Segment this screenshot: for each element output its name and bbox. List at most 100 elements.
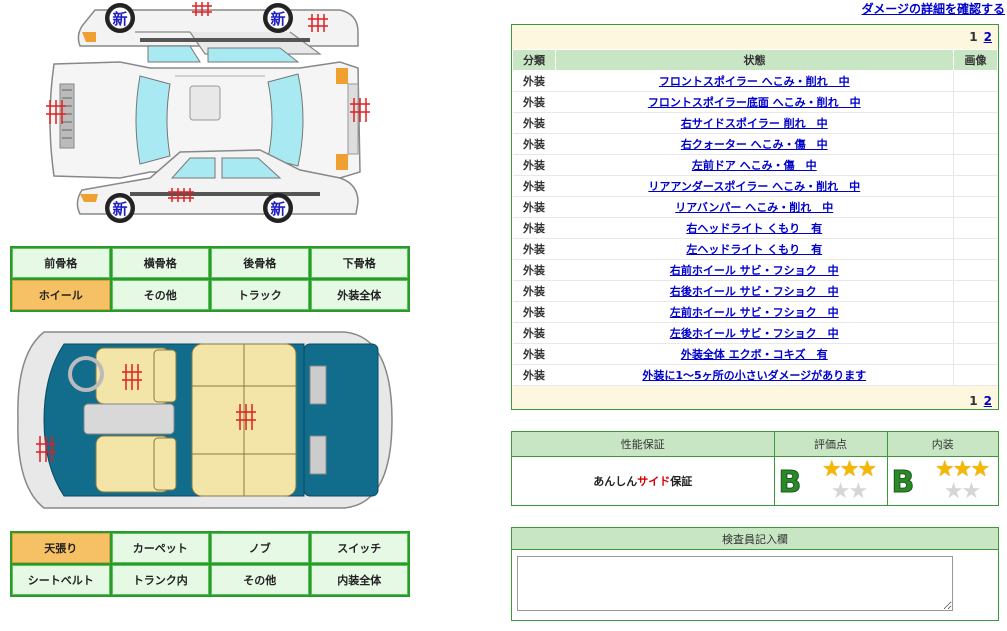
category-seatbelt[interactable]: シートベルト xyxy=(12,565,110,595)
damage-condition-link[interactable]: リアアンダースポイラー へこみ・削れ 中 xyxy=(648,180,860,193)
interior-grade-cell: B ★ ★ ★ ★ ★ xyxy=(887,456,998,505)
inspector-box: 検査員記入欄 xyxy=(511,527,999,621)
damage-row: 外装 フロントスポイラー へこみ・削れ 中 xyxy=(512,70,998,92)
wheel-badge: 新 xyxy=(105,3,135,33)
damage-row: 外装 フロントスポイラー底面 へこみ・削れ 中 xyxy=(512,91,998,113)
category-under-frame[interactable]: 下骨格 xyxy=(310,248,408,278)
damage-row: 外装 右後ホイール サビ・フショク 中 xyxy=(512,280,998,302)
warranty-box: 性能保証 評価点 内装 あんしんサイド保証 B ★ ★ ★ ★ ★ B ★ ★ ★ ★ ★ xyxy=(511,431,999,506)
wheel-badge: 新 xyxy=(105,193,135,223)
damage-condition-link[interactable]: 左前ドア へこみ・傷 中 xyxy=(692,159,817,172)
category-rear-frame[interactable]: 後骨格 xyxy=(211,248,309,278)
category-headliner[interactable]: 天張り xyxy=(12,533,110,563)
pager-next-page-link[interactable]: 2 xyxy=(984,394,992,408)
damage-condition-cell: 右ヘッドライト くもり 有 xyxy=(555,217,954,239)
pager-bottom: 1 2 xyxy=(512,386,998,416)
damage-image-cell xyxy=(953,154,998,176)
damage-condition-cell: リアバンパー へこみ・削れ 中 xyxy=(555,196,954,218)
pager-next-page-link[interactable]: 2 xyxy=(984,30,992,44)
interior-stars: ★ ★ ★ ★ ★ xyxy=(924,456,1000,503)
damage-condition-link[interactable]: 左前ホイール サビ・フショク 中 xyxy=(670,306,839,319)
damage-condition-cell: 左後ホイール サビ・フショク 中 xyxy=(555,322,954,344)
category-trunk-interior[interactable]: トランク内 xyxy=(111,565,209,595)
damage-condition-link[interactable]: フロントスポイラー底面 へこみ・削れ 中 xyxy=(648,96,861,109)
damage-category: 外装 xyxy=(512,112,556,134)
damage-condition-link[interactable]: 外装に1〜5ヶ所の小さいダメージがあります xyxy=(642,369,866,382)
damage-condition-cell: 外装に1〜5ヶ所の小さいダメージがあります xyxy=(555,364,954,386)
warranty-name-cell: あんしんサイド保証 xyxy=(512,456,775,505)
damage-row: 外装 右ヘッドライト くもり 有 xyxy=(512,217,998,239)
damage-condition-link[interactable]: 右ヘッドライト くもり 有 xyxy=(686,222,822,235)
damage-image-cell xyxy=(953,70,998,92)
warranty-name-suffix: 保証 xyxy=(670,474,693,488)
damage-row: 外装 外装全体 エクボ・コキズ 有 xyxy=(512,343,998,365)
inspector-notes-input[interactable] xyxy=(517,556,953,611)
damage-image-cell xyxy=(953,112,998,134)
damage-image-cell xyxy=(953,280,998,302)
score-stars: ★ ★ ★ ★ ★ xyxy=(811,456,887,503)
damage-row: 外装 外装に1〜5ヶ所の小さいダメージがあります xyxy=(512,364,998,386)
damage-image-cell xyxy=(953,343,998,365)
category-truck[interactable]: トラック xyxy=(211,280,309,310)
damage-condition-cell: フロントスポイラー へこみ・削れ 中 xyxy=(555,70,954,92)
damage-category: 外装 xyxy=(512,217,556,239)
star-icon: ★ xyxy=(857,456,877,482)
warranty-name: あんしんサイド保証 xyxy=(593,475,692,488)
damage-image-cell xyxy=(953,133,998,155)
damage-category: 外装 xyxy=(512,133,556,155)
damage-category: 外装 xyxy=(512,280,556,302)
score-grade-letter: B xyxy=(778,464,802,500)
svg-text:新: 新 xyxy=(112,10,127,28)
damage-image-cell xyxy=(953,175,998,197)
star-icon: ★ xyxy=(934,456,955,482)
exterior-car-diagram: 新 新 新 新 xyxy=(46,2,370,223)
damage-condition-link[interactable]: 外装全体 エクボ・コキズ 有 xyxy=(681,348,828,361)
category-exterior-overall[interactable]: 外装全体 xyxy=(310,280,408,310)
damage-category: 外装 xyxy=(512,343,556,365)
svg-text:新: 新 xyxy=(270,10,285,28)
pager-current-page: 1 xyxy=(969,30,978,44)
damage-condition-link[interactable]: 左後ホイール サビ・フショク 中 xyxy=(670,327,839,340)
damage-condition-cell: 左前ホイール サビ・フショク 中 xyxy=(555,301,954,323)
pager-current-page: 1 xyxy=(969,394,978,408)
interior-category-grid: 天張り カーペット ノブ スイッチ シートベルト トランク内 その他 内装全体 xyxy=(10,531,410,597)
score-grade-cell: B ★ ★ ★ ★ ★ xyxy=(774,456,888,505)
damage-condition-link[interactable]: 右サイドスポイラー 削れ 中 xyxy=(681,117,828,130)
category-knob[interactable]: ノブ xyxy=(211,533,309,563)
damage-condition-link[interactable]: 右後ホイール サビ・フショク 中 xyxy=(670,285,839,298)
damage-category: 外装 xyxy=(512,259,556,281)
damage-table: 分類 状態 画像 外装 フロントスポイラー へこみ・削れ 中外装 フロントスポイラー… xyxy=(512,49,998,386)
category-switch[interactable]: スイッチ xyxy=(310,533,408,563)
damage-condition-link[interactable]: 右前ホイール サビ・フショク 中 xyxy=(670,264,839,277)
damage-category: 外装 xyxy=(512,322,556,344)
warranty-name-accent: サイド xyxy=(637,474,671,488)
category-interior-overall[interactable]: 内装全体 xyxy=(310,565,408,595)
category-other-exterior[interactable]: その他 xyxy=(111,280,209,310)
damage-condition-cell: フロントスポイラー底面 へこみ・削れ 中 xyxy=(555,91,954,113)
damage-detail-link[interactable]: ダメージの詳細を確認する xyxy=(862,0,1005,17)
damage-condition-cell: 右クォーター へこみ・傷 中 xyxy=(555,133,954,155)
category-other-interior[interactable]: その他 xyxy=(211,565,309,595)
column-header-image: 画像 xyxy=(953,49,998,71)
damage-condition-link[interactable]: 右クォーター へこみ・傷 中 xyxy=(681,138,828,151)
damage-condition-link[interactable]: フロントスポイラー へこみ・削れ 中 xyxy=(659,75,850,88)
damage-image-cell xyxy=(953,238,998,260)
warranty-header-performance: 性能保証 xyxy=(512,432,775,457)
category-wheel[interactable]: ホイール xyxy=(12,280,110,310)
damage-row: 外装 右サイドスポイラー 削れ 中 xyxy=(512,112,998,134)
damage-category: 外装 xyxy=(512,175,556,197)
star-icon: ★ xyxy=(970,456,990,482)
category-side-frame[interactable]: 横骨格 xyxy=(111,248,209,278)
damage-condition-link[interactable]: リアバンパー へこみ・削れ 中 xyxy=(675,201,833,214)
category-carpet[interactable]: カーペット xyxy=(111,533,209,563)
damage-condition-cell: 右後ホイール サビ・フショク 中 xyxy=(555,280,954,302)
warranty-name-prefix: あんしん xyxy=(593,474,638,488)
pager-top: 1 2 xyxy=(512,25,998,49)
category-front-frame[interactable]: 前骨格 xyxy=(12,248,110,278)
damage-row: 外装 右前ホイール サビ・フショク 中 xyxy=(512,259,998,281)
damage-condition-cell: 左前ドア へこみ・傷 中 xyxy=(555,154,954,176)
damage-image-cell xyxy=(953,259,998,281)
damage-condition-link[interactable]: 左ヘッドライト くもり 有 xyxy=(686,243,822,256)
damage-category: 外装 xyxy=(512,91,556,113)
warranty-header-interior: 内装 xyxy=(887,432,998,457)
